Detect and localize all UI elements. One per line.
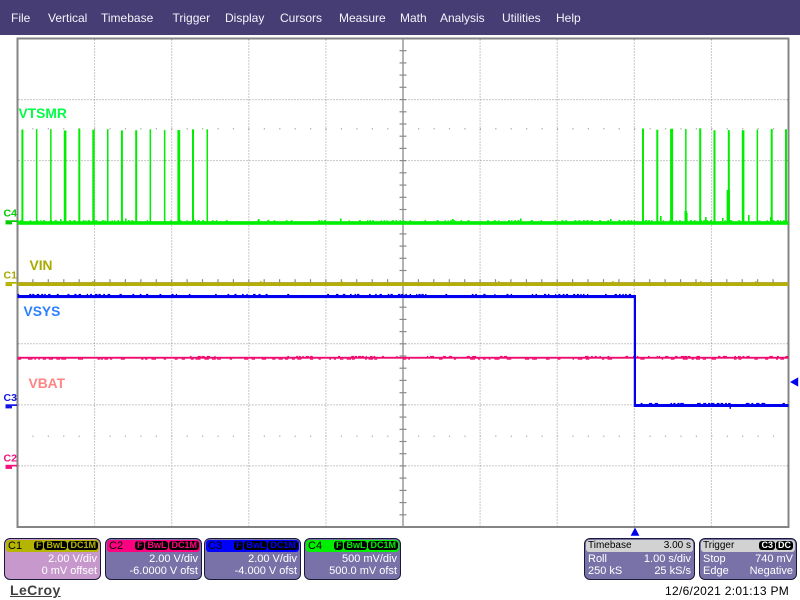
svg-text:C3: C3 [4, 392, 18, 404]
svg-text:C1: C1 [4, 270, 18, 282]
svg-text:C2: C2 [4, 453, 18, 465]
svg-text:VIN: VIN [30, 258, 53, 273]
svg-text:VBAT: VBAT [29, 376, 66, 391]
svg-text:VSYS: VSYS [24, 304, 61, 319]
svg-text:VTSMR: VTSMR [19, 106, 67, 121]
svg-text:C4: C4 [4, 208, 18, 220]
